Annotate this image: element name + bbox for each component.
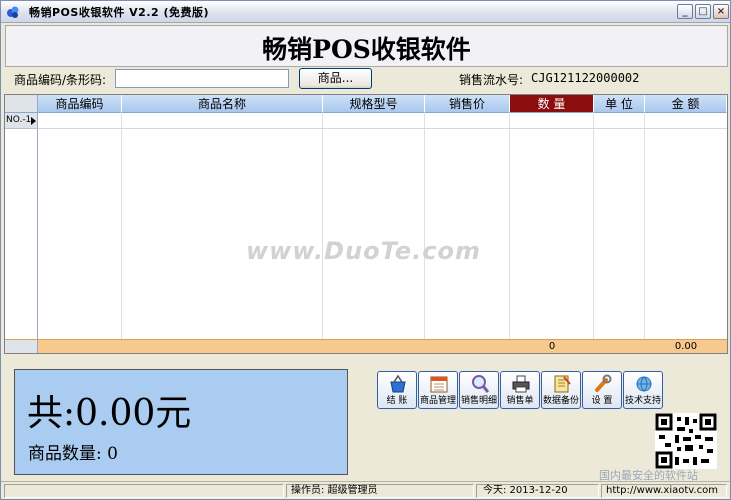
title-bar[interactable]: 畅销POS收银软件 V2.2 (免费版) _ □ ×	[1, 1, 730, 23]
column-header-spec[interactable]: 规格型号	[323, 95, 425, 113]
total-quantity: 商品数量: 0	[28, 444, 118, 464]
basket-icon	[390, 374, 406, 393]
row-pointer-icon	[31, 117, 36, 125]
status-cell-empty	[4, 484, 284, 498]
app-icon	[7, 6, 19, 18]
data-backup-button[interactable]: 数据备份	[541, 371, 581, 409]
notebook-icon	[554, 375, 571, 393]
total-panel: 共:0.00元 商品数量: 0	[14, 369, 348, 475]
window-title: 畅销POS收银软件 V2.2 (免费版)	[29, 6, 210, 19]
row-label: NO.-1	[6, 115, 32, 125]
globe-icon	[636, 376, 652, 392]
grid-column	[323, 95, 425, 353]
grid-corner	[5, 95, 38, 113]
page-title: 畅销POS收银软件	[262, 35, 471, 64]
calendar-icon	[430, 376, 448, 393]
maximize-button[interactable]: □	[695, 4, 711, 19]
column-header-name[interactable]: 商品名称	[122, 95, 323, 113]
goods-management-button[interactable]: 商品管理	[418, 371, 458, 409]
status-date: 今天: 2013-12-20	[476, 484, 599, 498]
row-header[interactable]: NO.-1	[5, 113, 38, 129]
minimize-button[interactable]: _	[677, 4, 693, 19]
magnifier-icon	[472, 375, 489, 393]
app-window: 畅销POS收银软件 V2.2 (免费版) _ □ × 畅销POS收银软件 商品编…	[0, 0, 731, 500]
column-header-quantity[interactable]: 数 量	[510, 95, 594, 113]
column-header-price[interactable]: 销售价	[425, 95, 510, 113]
footer-amount: 0.00	[674, 341, 698, 352]
data-backup-label: 数据备份	[542, 396, 579, 406]
grid-column	[594, 95, 645, 353]
total-amount: 共:0.00元	[27, 393, 192, 434]
column-header-amount[interactable]: 金 额	[645, 95, 727, 113]
sales-grid[interactable]: 商品编码 商品名称 规格型号 销售价 数 量 单 位 金 额 NO.-1 0 0…	[4, 94, 728, 354]
status-bar: 操作员: 超级管理员 今天: 2013-12-20 http://www.xia…	[1, 481, 730, 499]
status-url: http://www.xiaotv.com	[601, 484, 727, 498]
footer-quantity: 0	[548, 341, 556, 352]
column-header-code[interactable]: 商品编码	[38, 95, 122, 113]
grid-column	[425, 95, 510, 353]
printer-icon	[512, 375, 530, 393]
qr-code	[655, 413, 717, 469]
checkout-button[interactable]: 结 账	[377, 371, 417, 409]
grid-column	[122, 95, 323, 353]
row-header-column	[5, 129, 38, 339]
goods-button[interactable]: 商品...	[299, 68, 372, 89]
column-header-unit[interactable]: 单 位	[594, 95, 645, 113]
watermark: www.DuoTe.com	[246, 237, 481, 265]
checkout-label: 结 账	[386, 396, 408, 406]
wrench-icon	[595, 374, 612, 392]
status-operator: 操作员: 超级管理员	[286, 484, 474, 498]
tech-support-button[interactable]: 技术支持	[623, 371, 663, 409]
sales-detail-button[interactable]: 销售明细	[459, 371, 499, 409]
heading-panel: 畅销POS收银软件	[5, 25, 728, 67]
table-row[interactable]	[38, 113, 727, 129]
sales-detail-label: 销售明细	[460, 396, 497, 406]
close-button[interactable]: ×	[713, 4, 729, 19]
barcode-label: 商品编码/条形码:	[14, 73, 107, 87]
settings-button[interactable]: 设 置	[582, 371, 622, 409]
barcode-input[interactable]	[115, 69, 289, 88]
sales-slip-button[interactable]: 销售单	[500, 371, 540, 409]
serial-value: CJG121122000002	[531, 71, 640, 85]
grid-footer: 0 0.00	[5, 339, 727, 353]
serial-label: 销售流水号:	[459, 73, 524, 87]
grid-column	[38, 95, 122, 353]
grid-column	[510, 95, 594, 353]
goods-management-label: 商品管理	[419, 396, 456, 406]
tech-support-label: 技术支持	[624, 396, 661, 406]
footer-corner	[5, 340, 38, 353]
settings-label: 设 置	[591, 396, 613, 406]
sales-slip-label: 销售单	[506, 396, 534, 406]
